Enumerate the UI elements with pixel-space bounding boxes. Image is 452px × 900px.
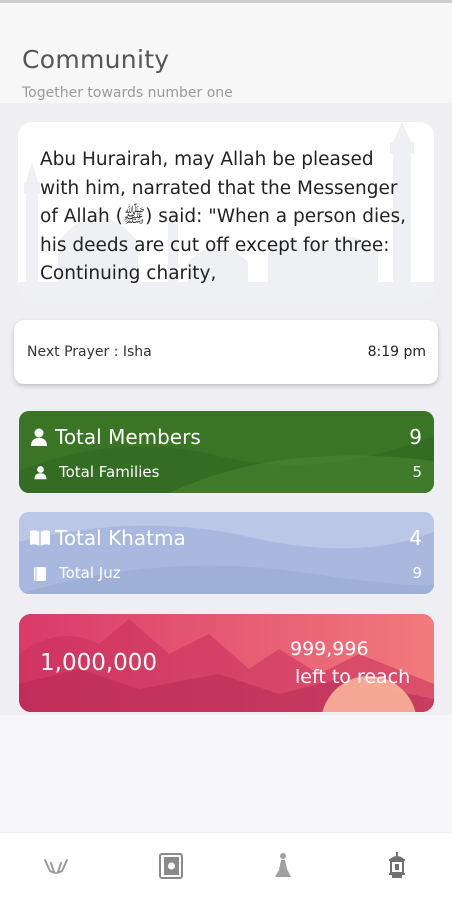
- bottom-navigation: [0, 832, 452, 900]
- total-members-value: 9: [409, 425, 422, 449]
- page-title: Community: [22, 45, 170, 74]
- page-subtitle: Together towards number one: [22, 85, 233, 101]
- goal-total: 1,000,000: [40, 650, 158, 676]
- page-header: Community Together towards number one: [0, 3, 452, 103]
- open-book-icon: [30, 530, 50, 546]
- next-prayer-label: Next Prayer : Isha: [27, 344, 152, 360]
- nav-item-quran[interactable]: [156, 851, 186, 881]
- goal-progress-card[interactable]: 1,000,000 999,996 left to reach: [19, 614, 434, 712]
- next-prayer-card[interactable]: Next Prayer : Isha 8:19 pm: [14, 320, 438, 384]
- hadith-card[interactable]: Abu Hurairah, may Allah be pleased with …: [18, 122, 434, 302]
- nav-item-prayer[interactable]: [268, 851, 298, 881]
- nav-item-lantern[interactable]: [382, 851, 412, 881]
- total-members-card[interactable]: Total Members 9 Total Families 5: [19, 411, 434, 493]
- next-prayer-time: 8:19 pm: [367, 344, 426, 360]
- total-juz-label: Total Juz: [59, 564, 121, 582]
- goal-remaining-label: left to reach: [295, 666, 411, 688]
- hadith-text: Abu Hurairah, may Allah be pleased with …: [40, 149, 407, 284]
- total-khatma-card[interactable]: Total Khatma 4 Total Juz 9: [19, 512, 434, 594]
- nav-item-community[interactable]: [41, 851, 71, 881]
- total-khatma-label: Total Khatma: [55, 526, 186, 550]
- total-members-label: Total Members: [55, 425, 201, 449]
- quran-book-icon: [159, 853, 183, 879]
- book-icon: [34, 567, 46, 581]
- person-praying-icon: [275, 853, 291, 877]
- total-khatma-value: 4: [409, 526, 422, 550]
- total-families-value: 5: [412, 463, 422, 481]
- total-families-label: Total Families: [59, 463, 160, 481]
- family-icon: [34, 466, 47, 480]
- lantern-icon: [389, 852, 405, 878]
- praying-hands-icon: [44, 859, 68, 874]
- user-icon: [31, 428, 47, 446]
- goal-remaining-value: 999,996: [290, 638, 369, 660]
- total-juz-value: 9: [412, 564, 422, 582]
